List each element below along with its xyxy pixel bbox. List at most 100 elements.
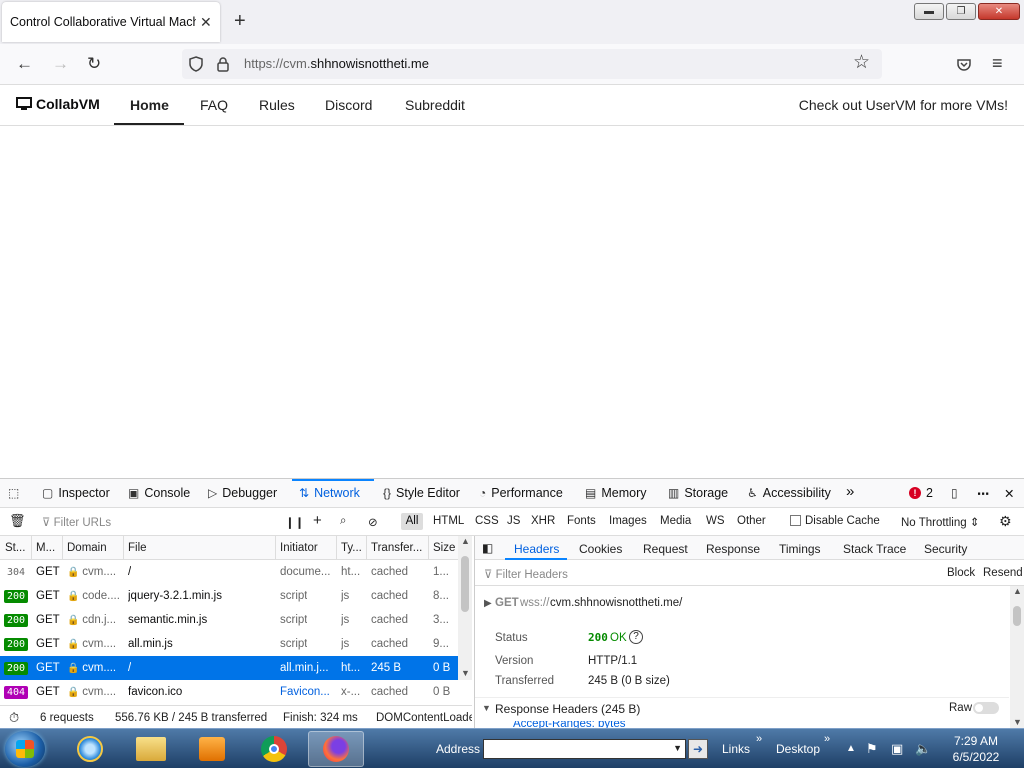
tab-stack-trace[interactable]: Stack Trace [843, 542, 906, 556]
request-list-scrollbar[interactable]: ▲ ▼ [458, 536, 472, 680]
collapse-arrow-icon[interactable]: ▼ [482, 703, 491, 713]
nav-discord[interactable]: Discord [325, 97, 372, 113]
nav-faq[interactable]: FAQ [200, 97, 228, 113]
pause-icon[interactable]: ❙❙ [285, 515, 304, 529]
trash-icon[interactable]: 🗑 [9, 513, 26, 529]
filter-xhr[interactable]: XHR [531, 515, 555, 527]
table-row[interactable]: 304 GET 🔒 cvm.... / docume... ht... cach… [0, 560, 458, 584]
disable-cache-checkbox[interactable]: Disable Cache [790, 515, 880, 527]
table-row[interactable]: 404 GET 🔒 cvm.... favicon.ico Favicon...… [0, 680, 458, 704]
toggle-sidebar-icon[interactable]: ◧ [482, 541, 493, 555]
col-file[interactable]: File [128, 542, 147, 554]
restore-icon[interactable]: ❐ [946, 3, 976, 20]
dock-icon[interactable]: ▯ [951, 486, 958, 500]
filter-media[interactable]: Media [660, 515, 691, 527]
table-row[interactable]: 200 GET 🔒 cvm.... all.min.js script js c… [0, 632, 458, 656]
help-icon[interactable]: ? [629, 630, 643, 644]
more-tabs-icon[interactable]: » [846, 483, 854, 500]
scroll-up-icon[interactable]: ▲ [1013, 586, 1022, 596]
filter-html[interactable]: HTML [433, 515, 464, 527]
filter-ws[interactable]: WS [706, 515, 725, 527]
devtools-menu-icon[interactable]: ⋯ [977, 486, 990, 501]
desktop-chevron-icon[interactable]: » [824, 733, 830, 745]
col-initiator[interactable]: Initiator [280, 542, 318, 554]
tab-close-icon[interactable]: ✕ [200, 14, 212, 31]
tray-expand-icon[interactable]: ▲ [846, 743, 856, 754]
minimize-icon[interactable]: ▬ [914, 3, 944, 20]
new-tab-icon[interactable]: + [234, 11, 246, 31]
filter-css[interactable]: CSS [475, 515, 499, 527]
response-headers-section[interactable]: ▼ Response Headers (245 B) Raw [475, 697, 1009, 719]
url-bar[interactable]: https://cvm.shhnowisnottheti.me [182, 49, 882, 79]
system-clock[interactable]: 7:29 AM 6/5/2022 [946, 733, 1006, 765]
scroll-thumb[interactable] [461, 556, 469, 612]
error-count[interactable]: ! 2 [909, 486, 933, 500]
filter-other[interactable]: Other [737, 515, 766, 527]
browser-tab[interactable]: Control Collaborative Virtual Machine ✕ [2, 2, 220, 42]
back-icon[interactable]: ← [16, 54, 33, 74]
col-size[interactable]: Size [433, 542, 455, 554]
filter-images[interactable]: Images [609, 515, 647, 527]
address-go-icon[interactable]: ➜ [688, 739, 708, 759]
desktop-toolbar[interactable]: Desktop [776, 742, 820, 756]
tab-network[interactable]: ⇅ Network [299, 486, 360, 500]
col-status[interactable]: St... [5, 542, 25, 554]
request-initiator[interactable]: Favicon... [280, 686, 330, 698]
taskbar-internet-explorer[interactable] [62, 731, 118, 767]
menu-hamburger-icon[interactable]: ≡ [992, 53, 1003, 73]
dropdown-arrow-icon[interactable]: ▼ [673, 743, 682, 753]
filter-fonts[interactable]: Fonts [567, 515, 596, 527]
tab-memory[interactable]: ▤ Memory [585, 486, 647, 500]
tab-storage[interactable]: ▥ Storage [668, 486, 728, 500]
window-close-icon[interactable]: ✕ [978, 3, 1020, 20]
stopwatch-icon[interactable]: ⏱ [9, 710, 19, 726]
brand-link[interactable]: CollabVM [16, 96, 100, 112]
add-icon[interactable]: + [313, 512, 322, 529]
filter-all[interactable]: All [401, 513, 423, 530]
taskbar-address-input[interactable]: ▼ [483, 739, 686, 759]
block-icon[interactable]: ⊘ [368, 515, 378, 529]
scroll-down-icon[interactable]: ▼ [461, 668, 470, 678]
table-row-selected[interactable]: 200 GET 🔒 cvm.... / all.min.j... ht... 2… [0, 656, 458, 680]
tab-accessibility[interactable]: ♿ Accessibility [747, 486, 831, 500]
table-row[interactable]: 200 GET 🔒 code.... jquery-3.2.1.min.js s… [0, 584, 458, 608]
raw-toggle[interactable] [973, 702, 999, 714]
col-domain[interactable]: Domain [67, 542, 107, 554]
details-scrollbar[interactable]: ▲ ▼ [1010, 586, 1024, 729]
tab-inspector[interactable]: ▢ Inspector [42, 486, 110, 500]
nav-rules[interactable]: Rules [259, 97, 295, 113]
filter-headers-input[interactable]: ⊽ Filter Headers [484, 567, 568, 581]
pick-element-icon[interactable]: ⬚ [8, 486, 19, 500]
scroll-thumb[interactable] [1013, 606, 1021, 626]
tracking-shield-icon[interactable] [188, 56, 204, 72]
bookmark-star-icon[interactable]: ☆ [853, 53, 870, 73]
taskbar-firefox[interactable] [308, 731, 364, 767]
tab-console[interactable]: ▣ Console [128, 486, 190, 500]
tab-style-editor[interactable]: {} Style Editor [383, 486, 460, 500]
tab-performance[interactable]: ◔ Performance [479, 486, 563, 500]
tab-debugger[interactable]: ▷ Debugger [208, 486, 277, 500]
tab-request[interactable]: Request [643, 542, 688, 556]
links-chevron-icon[interactable]: » [756, 733, 762, 745]
block-button[interactable]: Block [947, 567, 975, 579]
col-method[interactable]: M... [36, 542, 55, 554]
forward-icon[interactable]: → [52, 54, 69, 74]
tab-cookies[interactable]: Cookies [579, 542, 622, 556]
taskbar-file-explorer[interactable] [123, 731, 179, 767]
nav-subreddit[interactable]: Subreddit [405, 97, 465, 113]
scroll-up-icon[interactable]: ▲ [461, 536, 470, 546]
tab-timings[interactable]: Timings [779, 542, 821, 556]
expand-arrow-icon[interactable]: ▶ [484, 598, 492, 609]
table-row[interactable]: 200 GET 🔒 cdn.j... semantic.min.js scrip… [0, 608, 458, 632]
filter-js[interactable]: JS [507, 515, 520, 527]
settings-gear-icon[interactable]: ⚙ [999, 513, 1012, 530]
url-text[interactable]: https://cvm.shhnowisnottheti.me [244, 56, 429, 71]
nav-home[interactable]: Home [130, 97, 169, 113]
network-tray-icon[interactable]: ▣ [891, 741, 903, 757]
uservm-promo-link[interactable]: Check out UserVM for more VMs! [799, 97, 1008, 113]
search-icon[interactable]: ⌕ [340, 515, 346, 528]
col-transferred[interactable]: Transfer... [371, 542, 422, 554]
volume-icon[interactable]: 🔈 [915, 741, 931, 757]
reload-icon[interactable]: ↻ [87, 54, 101, 74]
pocket-icon[interactable] [956, 57, 972, 73]
